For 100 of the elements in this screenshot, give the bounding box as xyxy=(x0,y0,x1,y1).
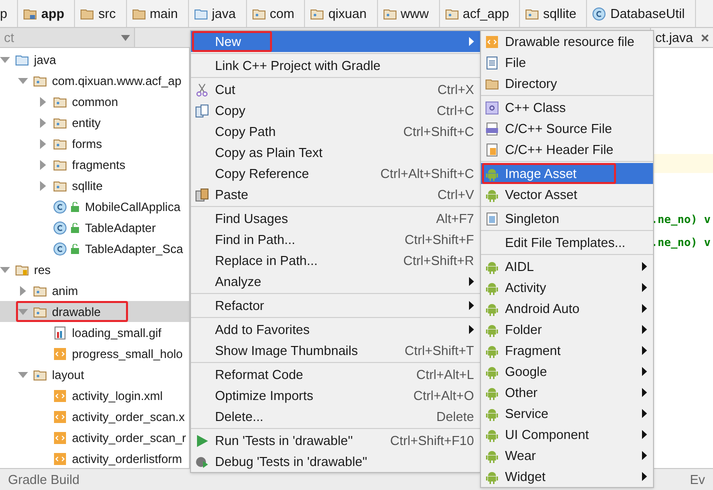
expanded-arrow-icon[interactable] xyxy=(0,264,10,274)
tree-row[interactable]: activity_login.xml xyxy=(0,385,189,406)
breadcrumb-item[interactable]: src xyxy=(75,0,127,27)
tree-label: activity_orderlistform xyxy=(72,450,182,468)
close-icon[interactable] xyxy=(701,34,709,42)
menu-item[interactable]: Google xyxy=(481,361,653,382)
menu-item[interactable]: Find in Path... Ctrl+Shift+F xyxy=(191,229,480,250)
code-line: .ne_no) v xyxy=(651,234,711,251)
menu-item[interactable]: File xyxy=(481,52,653,73)
collapsed-arrow-icon[interactable] xyxy=(38,180,48,190)
menu-item[interactable]: Vector Asset xyxy=(481,184,653,205)
breadcrumb-item[interactable]: com xyxy=(246,0,306,27)
menu-item[interactable]: UI Component xyxy=(481,424,653,445)
collapsed-arrow-icon[interactable] xyxy=(38,160,48,170)
tree-row[interactable]: TableAdapter_Sca xyxy=(0,238,189,259)
breadcrumb-item[interactable]: p xyxy=(0,0,18,27)
menu-item[interactable]: Wear xyxy=(481,445,653,466)
menu-item[interactable]: Service xyxy=(481,403,653,424)
expanded-arrow-icon[interactable] xyxy=(18,370,28,380)
collapsed-arrow-icon[interactable] xyxy=(38,138,48,148)
tree-row[interactable]: activity_orderlistform xyxy=(0,448,189,469)
tree-row[interactable]: fragments xyxy=(0,154,189,175)
menu-item[interactable]: C/C++ Source File xyxy=(481,118,653,139)
tree-row[interactable]: loading_small.gif xyxy=(0,322,189,343)
tree-row[interactable]: res xyxy=(0,259,189,280)
lock-icon xyxy=(70,222,80,232)
menu-item[interactable]: Copy as Plain Text xyxy=(191,142,480,163)
breadcrumb-item[interactable]: acf_app xyxy=(440,0,520,27)
menu-item[interactable]: Folder xyxy=(481,319,653,340)
image-file-icon xyxy=(53,326,67,340)
menu-item[interactable]: Optimize Imports Ctrl+Alt+O xyxy=(191,385,480,406)
menu-item[interactable]: Singleton xyxy=(481,208,653,229)
tree-row[interactable]: activity_order_scan_r xyxy=(0,427,189,448)
menu-item[interactable]: Add to Favorites xyxy=(191,319,480,340)
breadcrumb-item[interactable]: qixuan xyxy=(305,0,378,27)
tree-label: anim xyxy=(52,282,78,300)
tree-row[interactable]: forms xyxy=(0,133,189,154)
tree-row[interactable]: anim xyxy=(0,280,189,301)
menu-item[interactable]: AIDL xyxy=(481,256,653,277)
java-file-icon xyxy=(485,212,499,226)
breadcrumb-item[interactable]: sqllite xyxy=(520,0,588,27)
menu-item[interactable]: Copy Reference Ctrl+Alt+Shift+C xyxy=(191,163,480,184)
breadcrumb-item[interactable]: java xyxy=(188,0,247,27)
menu-item[interactable]: Refactor xyxy=(191,295,480,316)
tree-row[interactable]: sqllite xyxy=(0,175,189,196)
menu-item[interactable]: Find Usages Alt+F7 xyxy=(191,208,480,229)
tree-row[interactable]: progress_small_holo xyxy=(0,343,189,364)
menu-item[interactable]: Copy Ctrl+C xyxy=(191,100,480,121)
menu-item[interactable]: Edit File Templates... xyxy=(481,232,653,253)
menu-item[interactable]: Cut Ctrl+X xyxy=(191,79,480,100)
breadcrumb-item[interactable]: www xyxy=(378,0,440,27)
breadcrumb-item[interactable]: app xyxy=(18,0,76,27)
tree-row[interactable]: com.qixuan.www.acf_ap xyxy=(0,70,189,91)
menu-item[interactable]: C++ Class xyxy=(481,97,653,118)
menu-item[interactable]: Paste Ctrl+V xyxy=(191,184,480,205)
expanded-arrow-icon[interactable] xyxy=(18,306,28,316)
menu-item[interactable]: Fragment xyxy=(481,340,653,361)
android-icon xyxy=(485,344,499,358)
package-folder-icon xyxy=(33,368,47,382)
package-folder-icon xyxy=(310,6,324,20)
menu-item[interactable]: Link C++ Project with Gradle xyxy=(191,55,480,76)
menu-item[interactable]: Run 'Tests in 'drawable'' Ctrl+Shift+F10 xyxy=(191,430,480,451)
tree-row[interactable]: entity xyxy=(0,112,189,133)
android-icon xyxy=(485,188,499,202)
menu-item[interactable]: Debug 'Tests in 'drawable'' xyxy=(191,451,480,472)
menu-item[interactable]: Other xyxy=(481,382,653,403)
menu-item[interactable]: Android Auto xyxy=(481,298,653,319)
menu-item[interactable]: New xyxy=(191,31,480,52)
package-folder-icon xyxy=(252,6,266,20)
tree-row[interactable]: activity_order_scan.x xyxy=(0,406,189,427)
menu-item[interactable]: Directory xyxy=(481,73,653,94)
menu-item[interactable]: C/C++ Header File xyxy=(481,139,653,160)
tree-row[interactable]: java xyxy=(0,49,189,70)
tree-label: fragments xyxy=(72,156,126,174)
collapsed-arrow-icon[interactable] xyxy=(38,118,48,128)
expanded-arrow-icon[interactable] xyxy=(18,76,28,86)
event-log-tab[interactable]: Ev xyxy=(690,470,705,490)
menu-item[interactable]: Replace in Path... Ctrl+Shift+R xyxy=(191,250,480,271)
menu-item[interactable]: Delete... Delete xyxy=(191,406,480,427)
menu-item[interactable]: Analyze xyxy=(191,271,480,292)
tree-row[interactable]: TableAdapter xyxy=(0,217,189,238)
tree-row[interactable]: layout xyxy=(0,364,189,385)
editor-tab[interactable]: ct.java xyxy=(650,28,713,47)
class-icon xyxy=(592,6,606,20)
expanded-arrow-icon[interactable] xyxy=(0,54,10,64)
breadcrumb-item[interactable]: main xyxy=(126,0,189,27)
menu-item[interactable]: Copy Path Ctrl+Shift+C xyxy=(191,121,480,142)
tool-window-tab[interactable]: Gradle Build xyxy=(8,470,80,490)
menu-item[interactable]: Activity xyxy=(481,277,653,298)
collapsed-arrow-icon[interactable] xyxy=(38,96,48,106)
tree-row[interactable]: drawable xyxy=(0,301,189,322)
menu-item[interactable]: Widget xyxy=(481,466,653,487)
breadcrumb-item[interactable]: DatabaseUtil xyxy=(587,0,696,27)
tree-row[interactable]: MobileCallApplica xyxy=(0,196,189,217)
collapsed-arrow-icon[interactable] xyxy=(18,286,28,296)
menu-item[interactable]: Show Image Thumbnails Ctrl+Shift+T xyxy=(191,340,480,361)
menu-item[interactable]: Drawable resource file xyxy=(481,31,653,52)
tree-row[interactable]: common xyxy=(0,91,189,112)
menu-item[interactable]: Reformat Code Ctrl+Alt+L xyxy=(191,364,480,385)
menu-item[interactable]: Image Asset xyxy=(481,163,653,184)
